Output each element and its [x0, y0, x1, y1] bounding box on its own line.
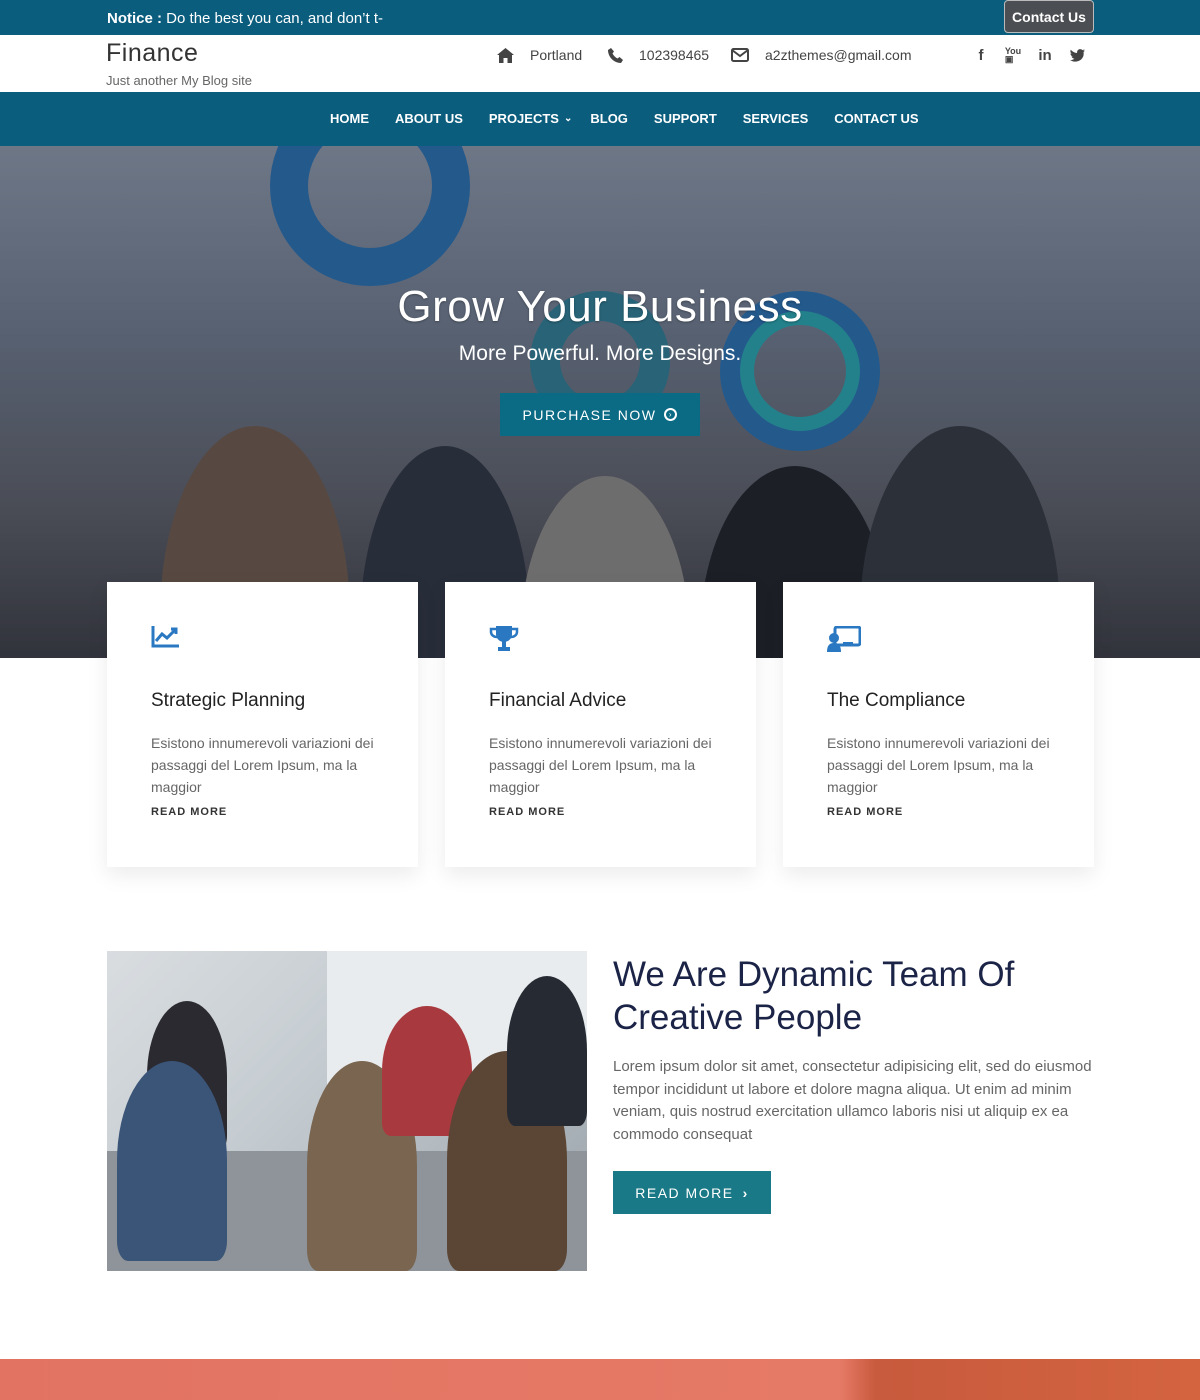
card-description: Esistono innumerevoli variazioni dei pas… [827, 735, 1050, 795]
feature-card: Financial Advice Esistono innumerevoli v… [445, 582, 756, 867]
feature-card: Strategic Planning Esistono innumerevoli… [107, 582, 418, 867]
social-links: f You ▣ in [972, 45, 1086, 65]
facebook-icon[interactable]: f [972, 45, 990, 65]
photo-person [117, 1061, 227, 1261]
about-title: We Are Dynamic Team Of Creative People [613, 955, 1015, 1037]
site-title[interactable]: Finance [106, 39, 198, 68]
chevron-right-icon: › [742, 1184, 749, 1201]
twitter-icon[interactable] [1068, 45, 1086, 65]
notice-label: Notice : [107, 10, 163, 27]
youtube-icon[interactable]: You ▣ [1004, 45, 1022, 65]
read-more-link[interactable]: READ MORE [489, 806, 565, 818]
nav-item-services[interactable]: SERVICES [743, 111, 809, 126]
read-more-link[interactable]: READ MORE [151, 806, 227, 818]
nav-item-projects[interactable]: PROJECTS ⌄ [489, 111, 572, 126]
nav-item-about-us[interactable]: ABOUT US [395, 111, 463, 126]
notice-bar: Notice : Do the best you can, and don’t … [0, 0, 1200, 35]
read-more-button[interactable]: READ MORE › [613, 1171, 771, 1214]
purchase-now-button[interactable]: PURCHASE NOW › [500, 393, 700, 436]
linkedin-icon[interactable]: in [1036, 45, 1054, 65]
location-text: Portland [530, 47, 583, 63]
presenter-icon [827, 625, 862, 657]
card-description: Esistono innumerevoli variazioni dei pas… [489, 735, 712, 795]
notice-message: Do the best you can, and don’t t- [162, 10, 383, 27]
nav-item-contact-us[interactable]: CONTACT US [834, 111, 918, 126]
envelope-icon [731, 48, 749, 62]
main-nav: HOME ABOUT US PROJECTS ⌄ BLOG SUPPORT SER… [0, 92, 1200, 146]
email-text[interactable]: a2zthemes@gmail.com [765, 47, 912, 63]
purchase-now-label: PURCHASE NOW [522, 406, 657, 423]
contact-us-button[interactable]: Contact Us [1004, 0, 1094, 33]
site-header: Finance Just another My Blog site Portla… [0, 35, 1200, 92]
nav-item-projects-label: PROJECTS [488, 111, 559, 126]
card-title: The Compliance [827, 690, 966, 711]
trophy-icon [489, 626, 519, 657]
nav-item-blog[interactable]: BLOG [590, 111, 628, 126]
nav-item-support[interactable]: SUPPORT [654, 111, 717, 126]
hero-subtitle: More Powerful. More Designs. [458, 342, 742, 365]
card-title: Strategic Planning [151, 690, 306, 711]
phone-info: 102398465 [608, 47, 709, 63]
email-info: a2zthemes@gmail.com [731, 47, 912, 63]
chart-line-icon [151, 626, 179, 653]
about-text: Lorem ipsum dolor sit amet, consectetur … [613, 1058, 1092, 1143]
arrow-circle-icon: › [664, 408, 678, 421]
notice-text: Notice : Do the best you can, and don’t … [107, 10, 383, 27]
photo-person [507, 976, 587, 1126]
card-title: Financial Advice [489, 690, 627, 711]
home-icon [497, 47, 514, 63]
hero-title: Grow Your Business [397, 282, 803, 331]
read-more-label: READ MORE [635, 1184, 734, 1201]
phone-text[interactable]: 102398465 [639, 47, 709, 63]
nav-list: HOME ABOUT US PROJECTS ⌄ BLOG SUPPORT SER… [330, 111, 945, 126]
location-info: Portland [497, 47, 582, 63]
phone-icon [608, 47, 623, 63]
card-description: Esistono innumerevoli variazioni dei pas… [151, 735, 374, 795]
nav-item-home[interactable]: HOME [330, 111, 369, 126]
read-more-link[interactable]: READ MORE [827, 806, 903, 818]
feature-card: The Compliance Esistono innumerevoli var… [783, 582, 1094, 867]
chevron-down-icon: ⌄ [563, 113, 573, 124]
next-section-banner [0, 1359, 1200, 1400]
site-tagline: Just another My Blog site [106, 73, 252, 88]
team-photo [107, 951, 587, 1271]
